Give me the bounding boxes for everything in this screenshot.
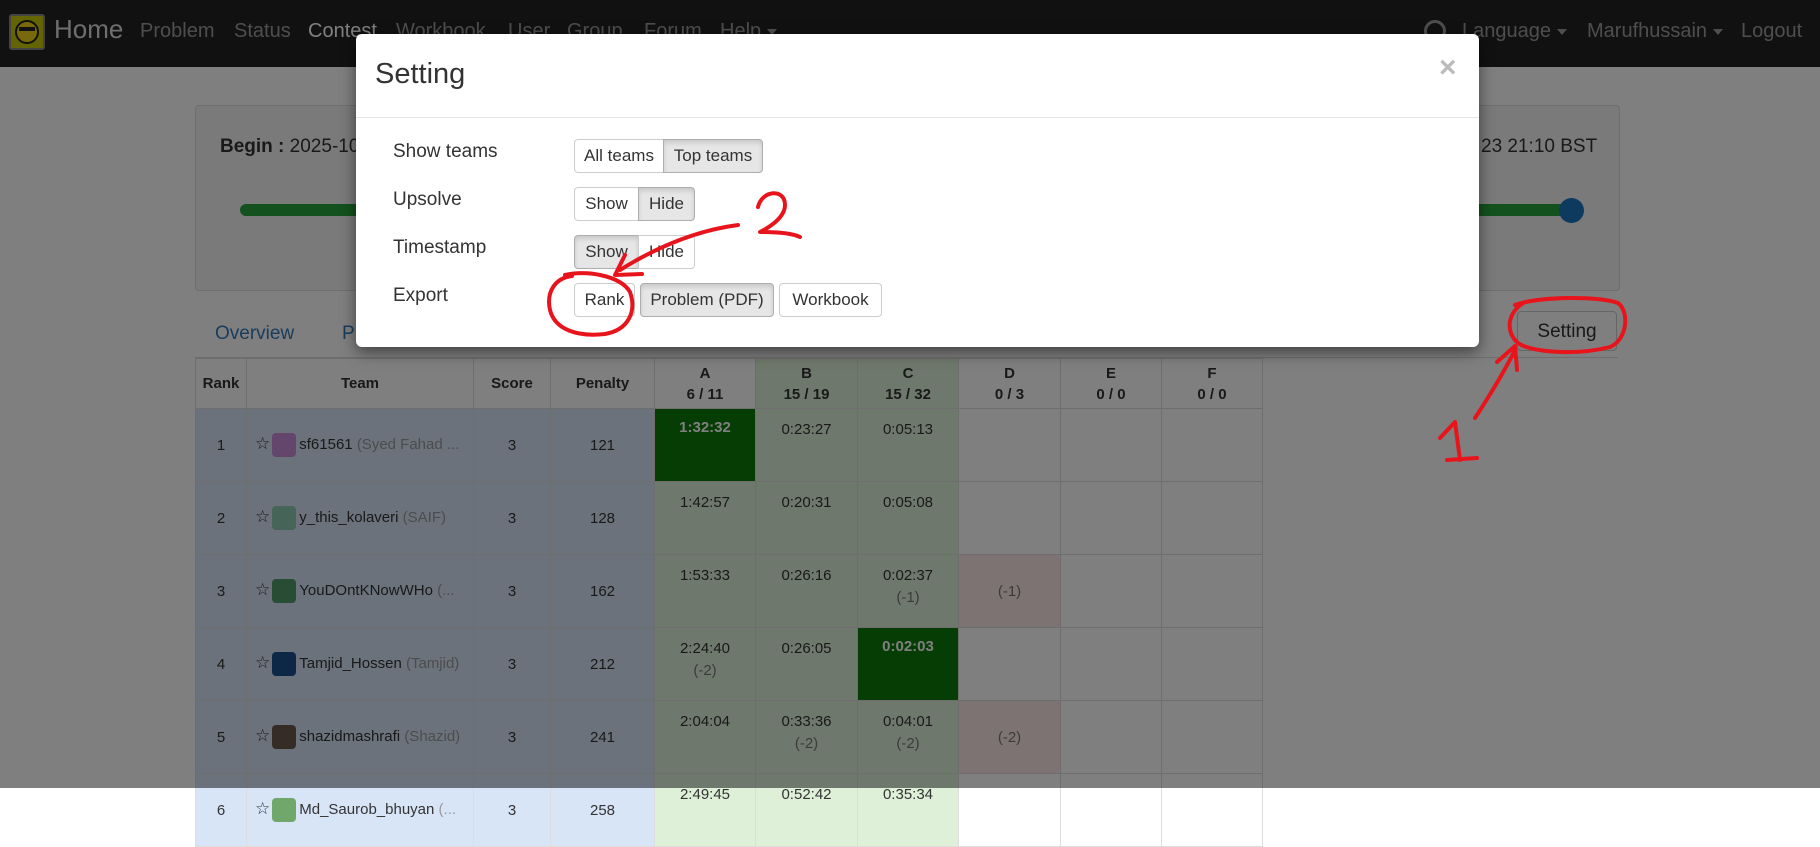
arrow-to-rank-icon bbox=[618, 223, 740, 272]
avatar bbox=[272, 798, 297, 822]
star-icon[interactable]: ☆ bbox=[255, 799, 270, 818]
arrow-to-setting-icon bbox=[1473, 348, 1517, 420]
circle-around-rank-icon bbox=[547, 271, 635, 337]
rank-value: 6 bbox=[216, 801, 226, 819]
annotation-overlay: 1 2 bbox=[547, 191, 1628, 462]
handwritten-two-icon bbox=[756, 191, 802, 239]
handwritten-one-icon bbox=[1438, 420, 1479, 462]
team-nickname: (... bbox=[438, 800, 457, 818]
circle-around-setting-icon bbox=[1507, 295, 1628, 355]
team-username[interactable]: Md_Saurob_bhuyan bbox=[299, 801, 434, 818]
